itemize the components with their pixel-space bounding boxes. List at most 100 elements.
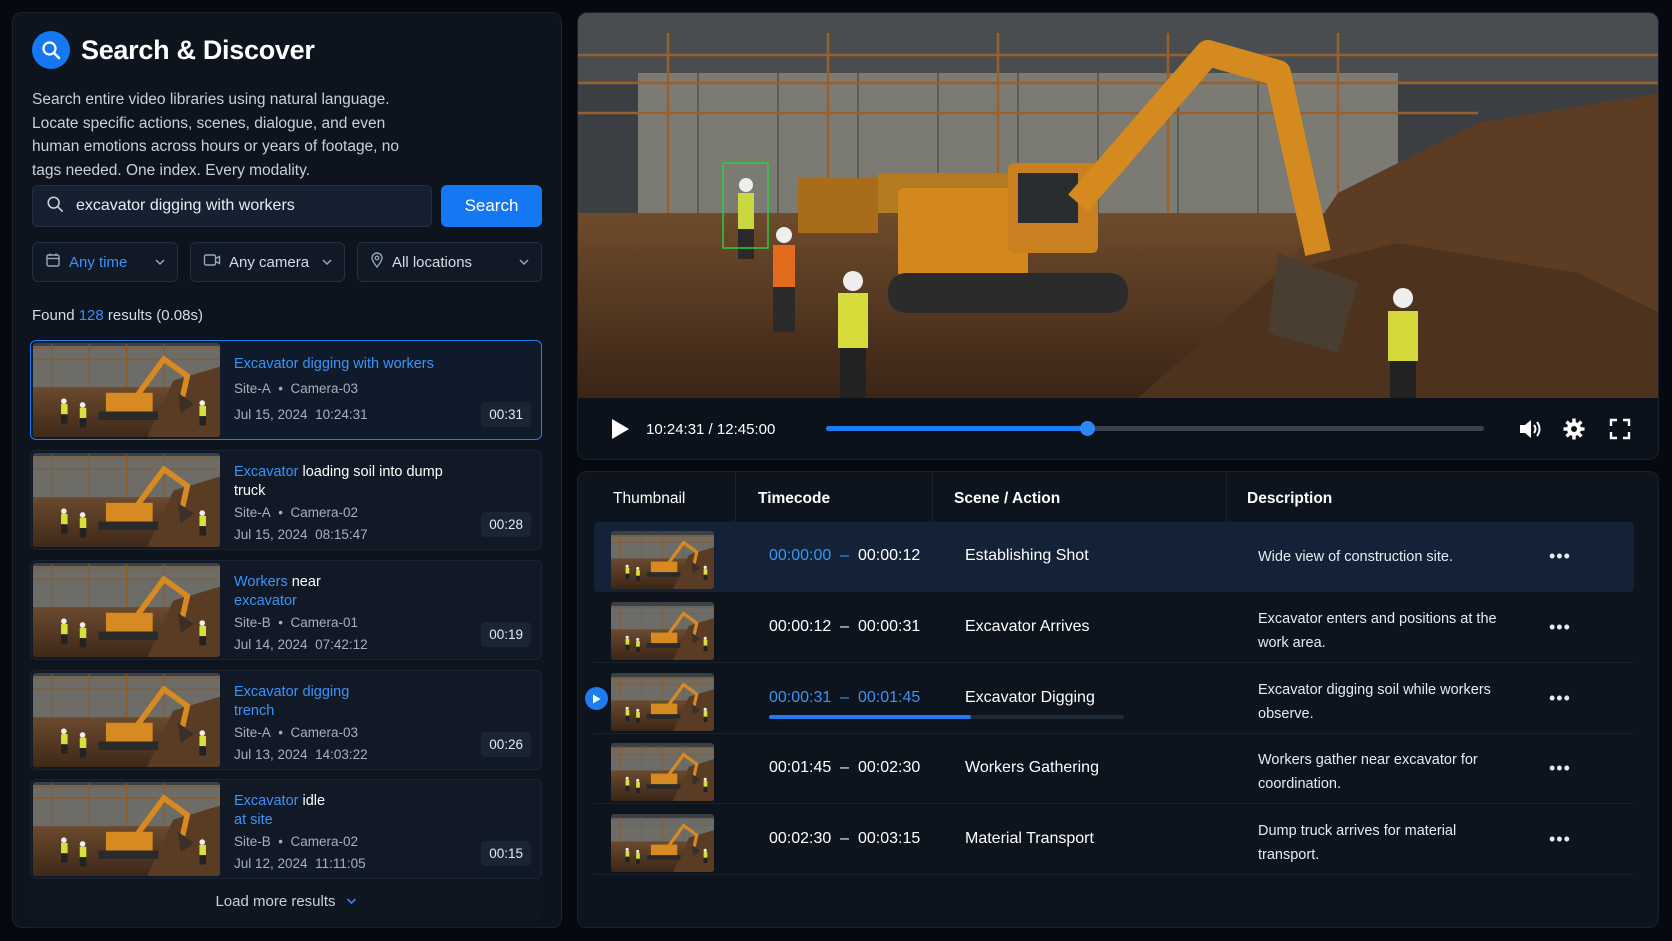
result-title: Excavator digging trench — [234, 684, 350, 719]
row-thumbnail — [611, 743, 714, 801]
search-query[interactable]: excavator digging with workers — [76, 197, 295, 215]
row-description: Workers gather near excavator for coordi… — [1258, 752, 1478, 792]
chevron-down-icon — [519, 254, 529, 271]
header-timecode: Timecode — [758, 490, 831, 507]
row-description: Excavator digging soil while workers obs… — [1258, 682, 1491, 722]
table-row[interactable]: 00:00:12 – 00:00:31 Excavator Arrives Ex… — [594, 593, 1634, 663]
filter-location[interactable]: All locations — [357, 242, 542, 282]
more-options-icon[interactable]: ••• — [1549, 688, 1571, 709]
row-scene: Excavator Digging — [965, 689, 1095, 706]
more-options-icon[interactable]: ••• — [1549, 546, 1571, 567]
result-location: Site-B • Camera-01 — [234, 615, 359, 630]
filter-location-label: All locations — [392, 253, 473, 271]
results-summary: Found 128 results (0.08s) — [32, 307, 203, 324]
filter-camera[interactable]: Any camera — [190, 242, 345, 282]
table-row[interactable]: 00:02:30 – 00:03:15 Material Transport D… — [594, 805, 1634, 875]
result-card[interactable]: Excavator idle at site Site-B • Camera-02… — [30, 779, 542, 879]
player-controls: 10:24:31 / 12:45:00 — [578, 398, 1658, 459]
video-player[interactable]: 10:24:31 / 12:45:00 — [577, 12, 1659, 460]
row-timecode: 00:02:30 – 00:03:15 — [769, 830, 921, 847]
result-datetime: Jul 13, 2024 14:03:22 — [234, 747, 368, 762]
results-prefix: Found — [32, 307, 75, 324]
row-thumbnail — [611, 673, 714, 731]
result-datetime: Jul 12, 2024 11:11:05 — [234, 856, 366, 871]
row-scene: Workers Gathering — [965, 759, 1099, 776]
row-timecode: 00:00:00 – 00:00:12 — [769, 547, 921, 564]
result-location: Site-A • Camera-02 — [234, 505, 359, 520]
result-card[interactable]: Workers near excavator Site-B • Camera-01… — [30, 560, 542, 660]
result-thumbnail — [33, 673, 220, 767]
row-timecode: 00:00:31 – 00:01:45 — [769, 689, 921, 706]
row-thumbnail — [611, 531, 714, 589]
chevron-down-icon — [346, 893, 357, 910]
result-location: Site-A • Camera-03 — [234, 725, 359, 740]
playback-time: 10:24:31 / 12:45:00 — [646, 421, 776, 438]
result-datetime: Jul 14, 2024 07:42:12 — [234, 637, 368, 652]
play-icon[interactable] — [610, 418, 630, 445]
result-duration: 00:19 — [481, 622, 531, 647]
table-header: Thumbnail Timecode Scene / Action Descri… — [578, 472, 1658, 526]
result-datetime: Jul 15, 2024 08:15:47 — [234, 527, 368, 542]
camera-icon — [203, 252, 221, 272]
playing-indicator-icon[interactable] — [585, 687, 608, 710]
seek-progress — [826, 426, 1088, 431]
search-input[interactable]: excavator digging with workers — [32, 185, 432, 227]
more-options-icon[interactable]: ••• — [1549, 758, 1571, 779]
header: Search & Discover — [32, 31, 315, 69]
row-description: Wide view of construction site. — [1258, 549, 1454, 565]
app-title: Search & Discover — [81, 34, 315, 65]
result-duration: 00:31 — [481, 402, 531, 427]
row-thumbnail — [611, 602, 714, 660]
row-description: Dump truck arrives for material transpor… — [1258, 823, 1457, 863]
settings-gear-icon[interactable] — [1563, 418, 1585, 445]
more-options-icon[interactable]: ••• — [1549, 829, 1571, 850]
row-progress-fill — [769, 715, 972, 719]
search-panel: Search & Discover Search entire video li… — [12, 12, 562, 928]
chevron-down-icon — [322, 254, 332, 271]
result-title: Workers near excavator — [234, 574, 321, 609]
filter-camera-label: Any camera — [229, 253, 310, 271]
result-datetime: Jul 15, 2024 10:24:31 — [234, 407, 368, 422]
location-pin-icon — [370, 252, 384, 272]
table-row[interactable]: 00:00:31 – 00:01:45 Excavator Digging Ex… — [585, 664, 1634, 734]
seek-handle[interactable] — [1080, 421, 1096, 436]
result-duration: 00:15 — [481, 841, 531, 866]
result-title: Excavator digging with workers — [234, 356, 434, 372]
video-frame[interactable] — [578, 13, 1658, 398]
row-description: Excavator enters and positions at the wo… — [1258, 611, 1497, 651]
result-card[interactable]: Excavator loading soil into dump truck S… — [30, 450, 542, 550]
search-button[interactable]: Search — [441, 185, 542, 227]
row-timecode: 00:00:12 – 00:00:31 — [769, 618, 921, 635]
volume-icon[interactable] — [1518, 418, 1542, 445]
result-thumbnail — [33, 343, 220, 437]
search-icon — [46, 195, 64, 218]
result-thumbnail — [33, 563, 220, 657]
result-card[interactable]: Excavator digging with workers Site-A • … — [30, 340, 542, 440]
result-title: Excavator loading soil into dump truck — [234, 464, 443, 499]
filter-time[interactable]: Any time — [32, 242, 178, 282]
scene-table: Thumbnail Timecode Scene / Action Descri… — [577, 471, 1659, 928]
row-scene: Material Transport — [965, 830, 1094, 847]
row-scene: Excavator Arrives — [965, 618, 1090, 635]
row-timecode: 00:01:45 – 00:02:30 — [769, 759, 921, 776]
chevron-down-icon — [155, 254, 165, 271]
result-thumbnail — [33, 453, 220, 547]
result-duration: 00:28 — [481, 512, 531, 537]
header-thumbnail: Thumbnail — [613, 490, 686, 507]
result-card[interactable]: Excavator digging trench Site-A • Camera-… — [30, 670, 542, 770]
row-scene: Establishing Shot — [965, 547, 1089, 564]
filter-time-label: Any time — [69, 253, 128, 271]
row-thumbnail — [611, 814, 714, 872]
table-row[interactable]: 00:00:00 – 00:00:12 Establishing Shot Wi… — [594, 522, 1634, 592]
more-options-icon[interactable]: ••• — [1549, 617, 1571, 638]
fullscreen-icon[interactable] — [1609, 418, 1631, 445]
load-more-button[interactable]: Load more results — [30, 881, 542, 921]
seek-bar[interactable] — [826, 421, 1484, 436]
results-count: 128 — [78, 307, 104, 324]
table-row[interactable]: 00:01:45 – 00:02:30 Workers Gathering Wo… — [594, 734, 1634, 804]
header-scene: Scene / Action — [954, 490, 1061, 507]
result-duration: 00:26 — [481, 732, 531, 757]
row-progress-track — [769, 715, 1124, 719]
result-location: Site-B • Camera-02 — [234, 834, 359, 849]
app-description: Search entire video libraries using natu… — [32, 91, 400, 179]
